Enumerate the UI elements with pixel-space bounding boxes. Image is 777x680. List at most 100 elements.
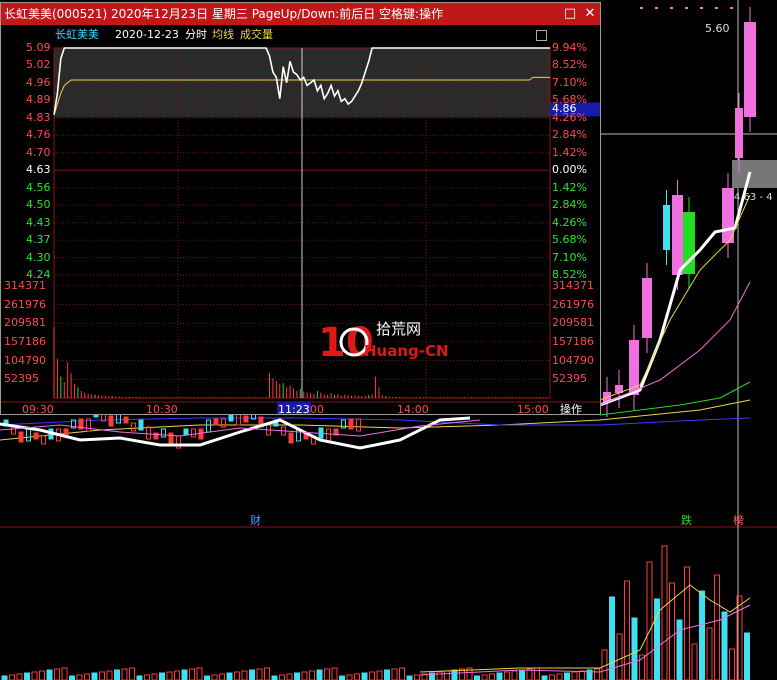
- close-button[interactable]: ✕: [582, 3, 598, 25]
- bg-volume-bar: [294, 672, 300, 680]
- avg-line-label: 均线: [212, 28, 234, 41]
- bg-volume-bar: [204, 675, 210, 680]
- bg-candle: [672, 195, 683, 275]
- bg-candle: [642, 278, 652, 338]
- top-price-label: 5.60: [705, 22, 730, 35]
- volume-axis-left-label: 157186: [4, 335, 46, 348]
- volume-axis-left-label: 52395: [4, 372, 39, 386]
- bg-small-candle: [33, 432, 39, 440]
- title-bar[interactable]: 长虹美美(000521) 2020年12月23日 星期三 PageUp/Down…: [1, 3, 600, 25]
- price-axis-label: 4.37: [26, 233, 51, 247]
- percent-axis-label: 0.00%: [552, 163, 587, 177]
- time-axis-label: 14:00: [397, 403, 429, 416]
- price-axis-label: 4.96: [26, 75, 51, 89]
- bg-small-candle: [183, 428, 189, 436]
- intraday-popup-window[interactable]: 长虹美美(000521) 2020年12月23日 星期三 PageUp/Down…: [0, 2, 601, 415]
- percent-axis-label: 4.26%: [552, 215, 587, 229]
- restore-button[interactable]: □: [562, 3, 578, 25]
- bg-small-candle: [63, 428, 69, 436]
- bg-volume-bar: [226, 672, 233, 680]
- bg-volume-bar: [744, 632, 750, 680]
- chart-mode: 分时: [185, 28, 207, 41]
- volume-axis-right-label: 52395: [552, 372, 587, 386]
- intraday-chart[interactable]: [1, 44, 600, 414]
- price-axis-label: 4.76: [26, 128, 51, 142]
- chart-date: 2020-12-23: [115, 28, 179, 41]
- crosshair-price-label: 4.63 - 4: [734, 192, 773, 203]
- watermark-latin: Huang-CN: [364, 342, 449, 360]
- time-axis-label: 09:30: [22, 403, 54, 416]
- bg-small-candle: [213, 418, 219, 426]
- bg-small-candle: [138, 419, 144, 431]
- bg-volume-bar: [451, 669, 458, 680]
- current-price-label: 4.86: [552, 102, 577, 116]
- bg-volume-bar: [496, 672, 503, 680]
- volume-axis-left-label: 209581: [4, 316, 46, 330]
- bg-small-candle: [348, 418, 354, 430]
- bg-candle: [735, 108, 743, 158]
- volume-axis-right-label: 261976: [552, 297, 594, 311]
- watermark-chinese: 拾荒网: [376, 320, 421, 338]
- price-axis-label: 4.56: [26, 180, 51, 194]
- stock-name: 长虹美美: [55, 28, 99, 41]
- price-axis-label: 4.83: [26, 110, 51, 124]
- price-axis-label: 5.09: [26, 41, 51, 54]
- bg-volume-bar: [699, 590, 705, 680]
- volume-axis-left-label: 104790: [4, 353, 46, 367]
- time-axis-label: 00: [310, 403, 324, 416]
- volume-axis-right-label: 314371: [552, 279, 594, 292]
- volume-axis-left-label: 261976: [4, 297, 46, 311]
- percent-axis-label: 1.42%: [552, 145, 587, 159]
- bg-volume-bar: [406, 675, 413, 680]
- event-marker: 榜: [733, 513, 744, 527]
- price-axis-label: 5.02: [26, 58, 51, 72]
- bg-volume-bar: [676, 619, 683, 680]
- volume-axis-right-label: 209581: [552, 316, 594, 330]
- percent-axis-label: 8.52%: [552, 58, 587, 72]
- bg-small-candle: [108, 415, 114, 427]
- bg-candle: [744, 22, 756, 117]
- bg-volume-bar: [361, 672, 368, 680]
- bg-small-candle: [198, 428, 204, 440]
- bg-volume-bar: [339, 675, 345, 680]
- percent-axis-label: 2.84%: [552, 198, 587, 212]
- panel-icon[interactable]: [536, 30, 547, 41]
- price-axis-label: 4.89: [26, 93, 51, 107]
- bg-small-candle: [288, 432, 294, 444]
- bg-volume-bar: [564, 672, 570, 680]
- percent-axis-label: 9.94%: [552, 41, 587, 54]
- bg-volume-bar: [69, 675, 75, 680]
- bg-small-candle: [18, 431, 24, 443]
- bg-volume-bar: [159, 672, 165, 680]
- bg-volume-bar: [181, 669, 188, 680]
- time-axis-label: 15:00: [517, 403, 549, 416]
- percent-axis-label: 7.10%: [552, 250, 587, 264]
- volume-axis-right-label: 157186: [552, 335, 594, 348]
- action-label: 操作: [560, 403, 582, 416]
- bg-volume-bar: [136, 675, 143, 680]
- cursor-time-label: 11:23: [278, 403, 310, 416]
- bg-small-candle: [243, 415, 249, 423]
- bg-volume-bar: [271, 675, 278, 680]
- volume-axis-left-label: 314371: [4, 279, 46, 292]
- bg-volume-bar: [91, 672, 98, 680]
- bg-volume-bar: [474, 675, 480, 680]
- event-marker: 财: [250, 513, 261, 527]
- bg-volume-bar: [384, 669, 390, 680]
- window-title: 长虹美美(000521) 2020年12月23日 星期三 PageUp/Down…: [4, 7, 444, 21]
- price-axis-label: 4.70: [26, 145, 51, 159]
- bg-small-candle: [123, 416, 129, 424]
- bg-volume-bar: [24, 672, 30, 680]
- bg-volume-bar: [316, 669, 323, 680]
- bg-volume-bar: [114, 669, 120, 680]
- bg-small-candle: [168, 432, 174, 444]
- bg-volume-bar: [631, 617, 638, 680]
- percent-axis-label: 2.84%: [552, 128, 587, 142]
- volume-axis-right-label: 104790: [552, 353, 594, 367]
- bg-volume-bar: [46, 669, 53, 680]
- time-axis-label: 10:30: [146, 403, 178, 416]
- price-axis-label: 4.50: [26, 198, 51, 212]
- volume-label: 成交量: [240, 28, 273, 41]
- bg-volume-bar: [654, 598, 660, 680]
- percent-axis-label: 5.68%: [552, 233, 587, 247]
